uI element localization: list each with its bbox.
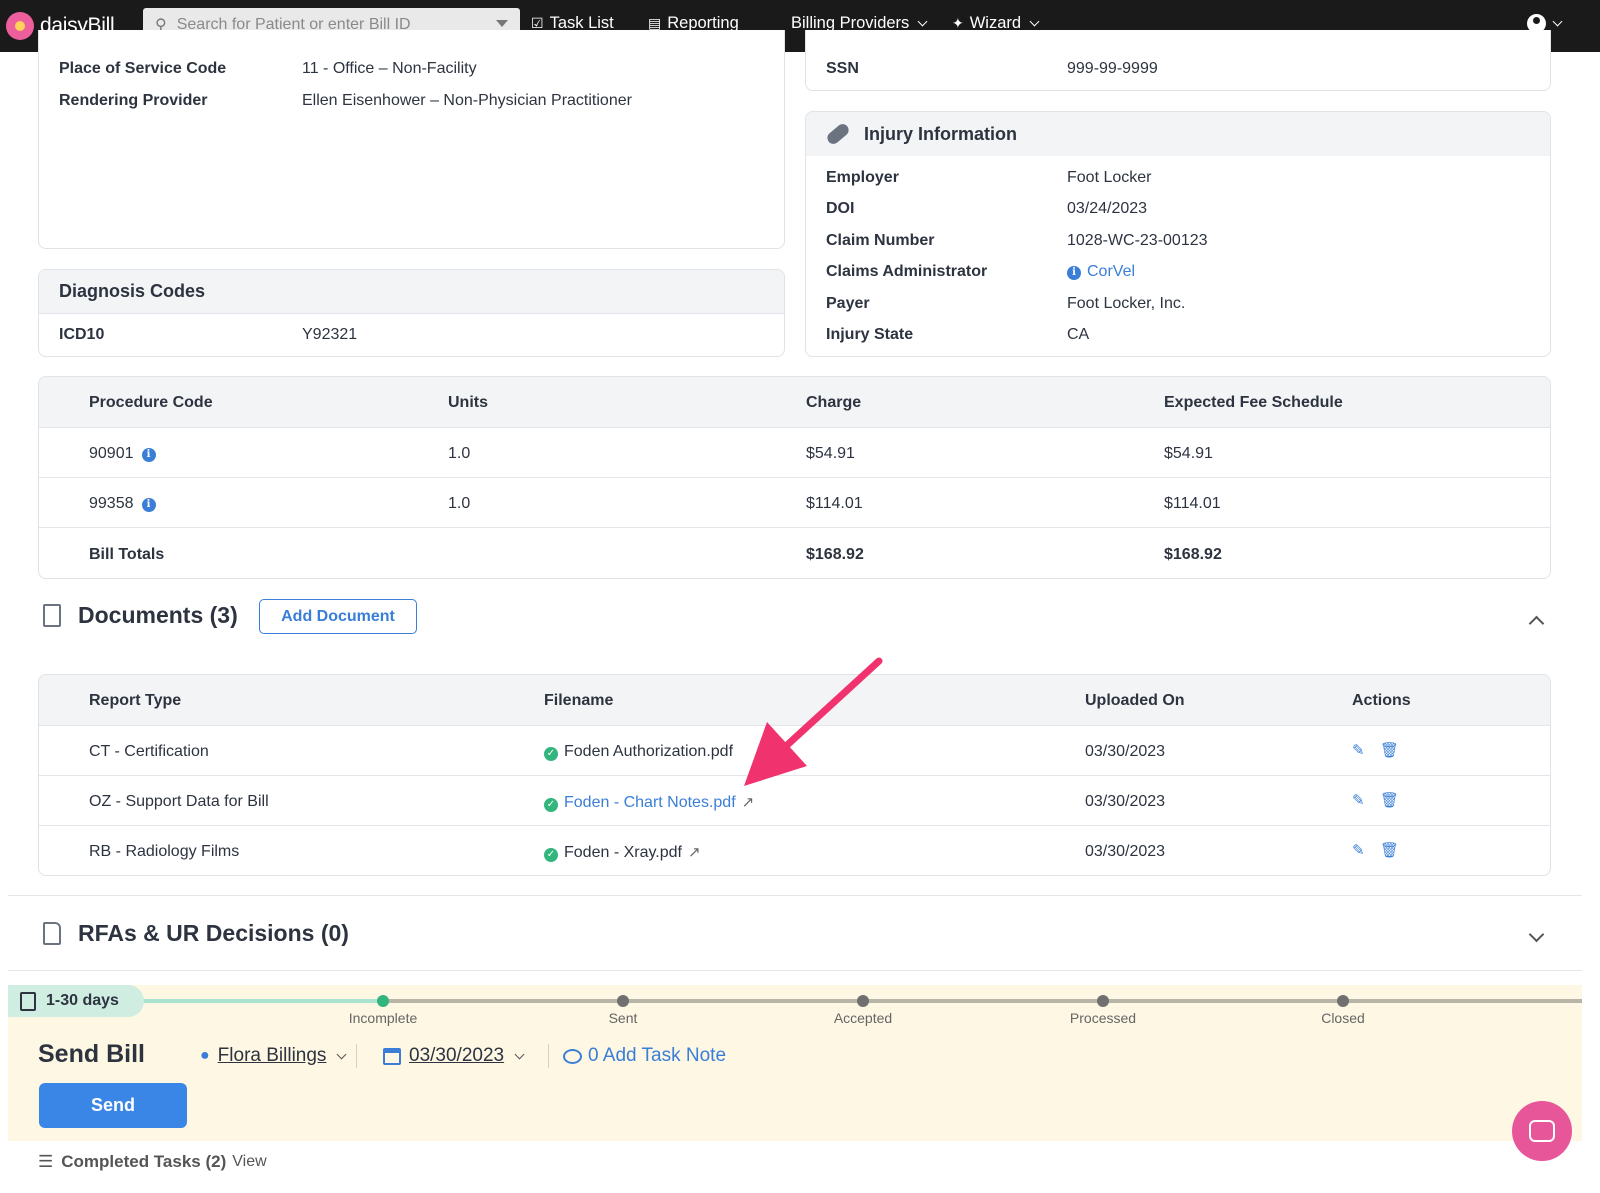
stage-dot-sent [617, 995, 629, 1007]
rfas-title: RFAs & UR Decisions (0) [78, 920, 349, 946]
task-assignee: Flora Billings [217, 1045, 327, 1066]
send-button[interactable]: Send [39, 1083, 187, 1128]
stage-label: Sent [608, 1010, 638, 1026]
days-badge: 1-30 days [8, 985, 144, 1017]
divider [356, 1044, 357, 1068]
divider [548, 1044, 549, 1068]
stage-dot-closed [1337, 995, 1349, 1007]
stage-label: Processed [1069, 1010, 1137, 1026]
comment-icon [563, 1048, 582, 1064]
stage-dot-incomplete [377, 995, 389, 1007]
section-divider [8, 895, 1582, 896]
view-completed-tasks-link[interactable]: View [232, 1153, 266, 1171]
user-icon: ● [200, 1047, 210, 1064]
task-date-dropdown[interactable]: 03/30/2023 [383, 1045, 525, 1067]
completed-tasks-row: ☰ Completed Tasks (2) View [38, 1152, 267, 1172]
task-assignee-dropdown[interactable]: ● Flora Billings [200, 1045, 347, 1067]
chevron-down-icon [514, 1049, 525, 1059]
list-icon: ☰ [38, 1152, 54, 1171]
add-task-note-button[interactable]: 0 Add Task Note [563, 1045, 726, 1067]
stage-label: Incomplete [348, 1010, 418, 1026]
stage-label: Closed [1321, 1010, 1365, 1026]
section-divider [8, 970, 1582, 971]
chat-icon [1529, 1120, 1555, 1142]
days-badge-label: 1-30 days [46, 992, 119, 1009]
stage-dot-processed [1097, 995, 1109, 1007]
stage-dot-accepted [857, 995, 869, 1007]
chat-launcher[interactable] [1512, 1101, 1572, 1161]
chevron-down-icon [336, 1049, 347, 1059]
stage-label: Accepted [833, 1010, 893, 1026]
task-title: Send Bill [38, 1040, 145, 1068]
completed-tasks-label: Completed Tasks (2) [61, 1152, 227, 1171]
calendar-icon [383, 1047, 401, 1065]
task-date: 03/30/2023 [409, 1045, 505, 1066]
document-icon [43, 922, 61, 945]
add-task-note-label: 0 Add Task Note [588, 1045, 727, 1066]
clipboard-check-icon [20, 991, 36, 1011]
